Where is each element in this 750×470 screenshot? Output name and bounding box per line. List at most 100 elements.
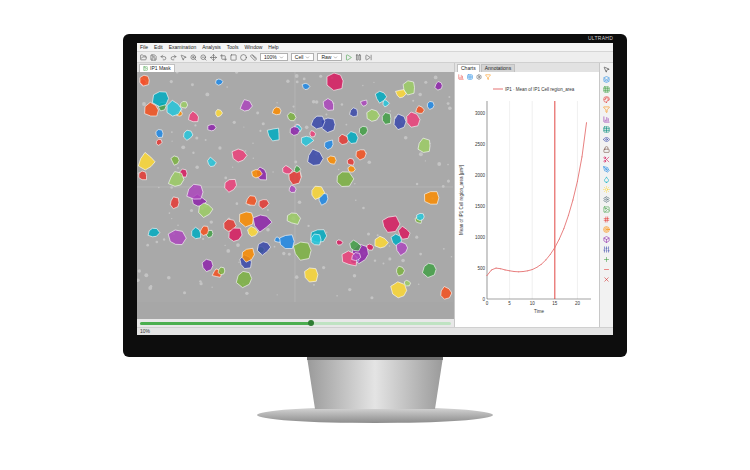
cell-mask[interactable]: [383, 100, 389, 107]
cell-mask[interactable]: [287, 213, 300, 224]
box-icon[interactable]: [603, 236, 610, 243]
cell-mask[interactable]: [181, 102, 188, 109]
cell-mask[interactable]: [152, 92, 168, 107]
filter-icon[interactable]: [485, 74, 491, 80]
cell-mask[interactable]: [352, 253, 361, 261]
cell-mask[interactable]: [391, 282, 407, 298]
cell-mask[interactable]: [139, 171, 147, 180]
cell-mask[interactable]: [425, 192, 439, 205]
cell-mask[interactable]: [294, 166, 301, 173]
pointer-icon[interactable]: [603, 66, 610, 73]
ellipse-icon[interactable]: [240, 54, 247, 61]
timeline[interactable]: [137, 319, 454, 327]
plus-icon[interactable]: [603, 256, 610, 263]
pen-icon[interactable]: [603, 166, 610, 173]
cell-mask[interactable]: [145, 102, 159, 116]
cell-mask[interactable]: [246, 196, 257, 206]
image-view[interactable]: [137, 72, 454, 319]
cell-mask[interactable]: [225, 179, 237, 192]
cell-mask[interactable]: [305, 268, 318, 282]
cell-mask[interactable]: [156, 130, 163, 138]
cell-mask[interactable]: [356, 150, 366, 160]
cell-mask[interactable]: [422, 263, 436, 277]
table-icon[interactable]: [603, 126, 610, 133]
droplet-icon[interactable]: [603, 176, 610, 183]
crop-icon[interactable]: [220, 54, 227, 61]
cell-mask[interactable]: [311, 116, 325, 129]
cell-mask[interactable]: [311, 234, 321, 245]
skip-icon[interactable]: [365, 54, 372, 61]
cell-mask[interactable]: [148, 228, 160, 237]
cell-mask[interactable]: [383, 216, 401, 232]
bar-chart-icon[interactable]: [458, 74, 464, 80]
cell-mask[interactable]: [168, 172, 184, 187]
cell-mask[interactable]: [290, 127, 300, 136]
cell-mask[interactable]: [267, 128, 279, 141]
cell-mask[interactable]: [218, 267, 225, 275]
cell-mask[interactable]: [293, 242, 311, 260]
cell-mask[interactable]: [199, 203, 213, 218]
minus-icon[interactable]: [603, 266, 610, 273]
rectangle-icon[interactable]: [230, 54, 237, 61]
move-icon[interactable]: [210, 54, 217, 61]
cell-mask[interactable]: [200, 226, 209, 236]
cell-mask[interactable]: [310, 131, 316, 137]
cell-mask[interactable]: [416, 106, 425, 114]
cell-mask[interactable]: [140, 75, 149, 86]
pause-icon[interactable]: [355, 54, 362, 61]
cell-mask[interactable]: [272, 107, 281, 115]
side-tab[interactable]: Charts: [457, 64, 480, 72]
scissors-icon[interactable]: [603, 156, 610, 163]
cell-mask[interactable]: [138, 152, 155, 170]
zoom-field[interactable]: 100%: [260, 53, 288, 61]
pointer-icon[interactable]: [180, 54, 187, 61]
cell-mask[interactable]: [242, 248, 254, 262]
cell-mask[interactable]: [184, 130, 193, 140]
cell-mask[interactable]: [418, 138, 430, 152]
cell-mask[interactable]: [403, 81, 414, 95]
cell-mask[interactable]: [202, 259, 213, 271]
cell-mask[interactable]: [192, 227, 201, 238]
cell-mask[interactable]: [441, 287, 452, 300]
menu-item[interactable]: Examination: [169, 45, 197, 50]
undo-icon[interactable]: [160, 54, 167, 61]
sliders-icon[interactable]: [603, 246, 610, 253]
cell-mask[interactable]: [361, 100, 368, 106]
menu-item[interactable]: File: [140, 45, 148, 50]
timeline-thumb[interactable]: [308, 320, 314, 326]
brightness-icon[interactable]: [603, 186, 610, 193]
zoom-in-icon[interactable]: [190, 54, 197, 61]
cell-mask[interactable]: [359, 126, 367, 136]
cell-mask[interactable]: [404, 280, 410, 286]
side-tab[interactable]: Annotations: [481, 64, 515, 72]
cell-mask[interactable]: [382, 113, 391, 125]
cell-mask[interactable]: [170, 197, 179, 209]
cell-mask[interactable]: [327, 156, 336, 164]
menu-item[interactable]: Window: [245, 45, 263, 50]
cell-mask[interactable]: [156, 139, 162, 145]
settings-icon[interactable]: [476, 74, 482, 80]
close-icon[interactable]: [603, 276, 610, 283]
image-icon[interactable]: [603, 206, 610, 213]
menu-item[interactable]: Analysis: [202, 45, 221, 50]
zoom-out-icon[interactable]: [200, 54, 207, 61]
eye-icon[interactable]: [603, 136, 610, 143]
timeline-track[interactable]: [140, 322, 451, 325]
cell-mask[interactable]: [208, 125, 216, 131]
menu-item[interactable]: Tools: [227, 45, 239, 50]
cell-mask[interactable]: [347, 132, 358, 144]
filter-icon[interactable]: [603, 106, 610, 113]
cell-mask[interactable]: [337, 172, 354, 187]
cell-mask[interactable]: [435, 82, 442, 91]
cell-mask[interactable]: [367, 244, 374, 250]
cell-mask[interactable]: [289, 171, 301, 185]
lock-icon[interactable]: [603, 146, 610, 153]
play-icon[interactable]: [345, 54, 352, 61]
cell-mask[interactable]: [427, 101, 434, 109]
cell-mask[interactable]: [283, 166, 293, 174]
cell-mask[interactable]: [407, 112, 420, 127]
cell-mask[interactable]: [394, 114, 406, 130]
cell-mask[interactable]: [396, 242, 407, 256]
redo-icon[interactable]: [170, 54, 177, 61]
cell-mask[interactable]: [216, 109, 223, 117]
